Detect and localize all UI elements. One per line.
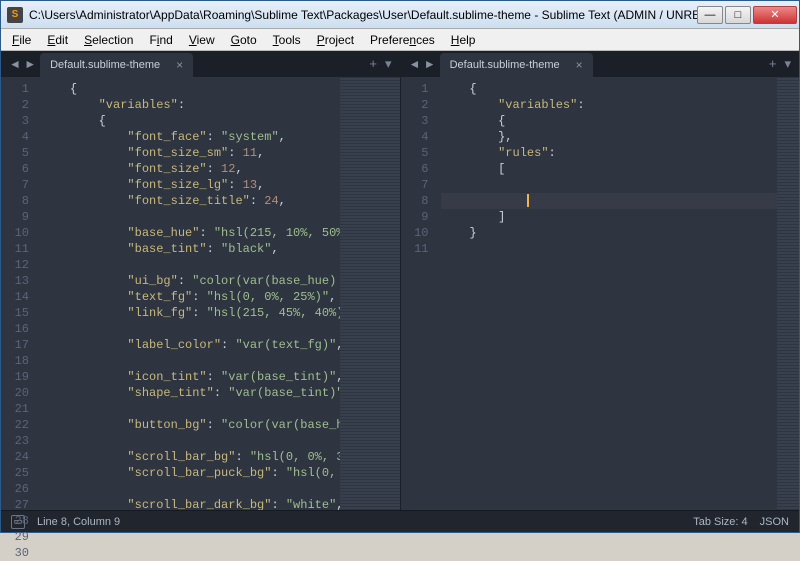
menu-file[interactable]: File xyxy=(5,31,38,49)
right-minimap[interactable] xyxy=(777,77,799,510)
tab-close-icon[interactable]: × xyxy=(576,58,583,72)
left-editor[interactable]: 1234567891011121314151617181920212223242… xyxy=(1,77,400,510)
left-pane: ◄ ► Default.sublime-theme × + ▾ 12345678… xyxy=(1,51,401,510)
right-code[interactable]: { "variables": { }, "rules": [ ] } xyxy=(437,77,778,510)
tab-nav-arrows[interactable]: ◄ ► xyxy=(5,57,40,71)
right-tab-title: Default.sublime-theme xyxy=(450,59,560,71)
menu-help-label: elp xyxy=(459,33,475,47)
tab-menu-icon[interactable]: ▾ xyxy=(385,56,392,72)
menu-selection-label: election xyxy=(92,33,133,47)
new-tab-icon[interactable]: + xyxy=(369,56,377,72)
status-tab-size[interactable]: Tab Size: 4 xyxy=(693,516,747,528)
menu-preferences[interactable]: Preferences xyxy=(363,31,442,49)
tab-nav-arrows[interactable]: ◄ ► xyxy=(405,57,440,71)
status-syntax[interactable]: JSON xyxy=(760,516,789,528)
close-button[interactable]: ✕ xyxy=(753,6,797,24)
status-line-col[interactable]: Line 8, Column 9 xyxy=(37,516,120,528)
right-pane: ◄ ► Default.sublime-theme × + ▾ 12345678… xyxy=(401,51,800,510)
menu-view[interactable]: View xyxy=(182,31,222,49)
editor-split: ◄ ► Default.sublime-theme × + ▾ 12345678… xyxy=(1,51,799,510)
right-editor[interactable]: 1234567891011 { "variables": { }, "rules… xyxy=(401,77,800,510)
menu-project[interactable]: Project xyxy=(310,31,361,49)
menu-find[interactable]: Find xyxy=(142,31,179,49)
maximize-button[interactable]: □ xyxy=(725,6,751,24)
left-tab-title: Default.sublime-theme xyxy=(50,59,160,71)
right-tabbar: ◄ ► Default.sublime-theme × + ▾ xyxy=(401,51,800,77)
window-title: C:\Users\Administrator\AppData\Roaming\S… xyxy=(29,8,697,22)
statusbar: ▭ Line 8, Column 9 Tab Size: 4 JSON xyxy=(1,510,799,532)
menu-goto[interactable]: Goto xyxy=(224,31,264,49)
menu-file-label: ile xyxy=(19,33,31,47)
menu-help[interactable]: Help xyxy=(444,31,483,49)
titlebar[interactable]: S C:\Users\Administrator\AppData\Roaming… xyxy=(1,1,799,29)
menu-edit[interactable]: Edit xyxy=(40,31,75,49)
menu-project-label: roject xyxy=(325,33,354,47)
menu-view-label: iew xyxy=(197,33,215,47)
menu-tools-label: ools xyxy=(279,33,301,47)
window-frame: S C:\Users\Administrator\AppData\Roaming… xyxy=(0,0,800,533)
minimize-button[interactable]: — xyxy=(697,6,723,24)
right-gutter: 1234567891011 xyxy=(401,77,437,510)
menu-selection[interactable]: Selection xyxy=(77,31,140,49)
menu-find-label: nd xyxy=(159,33,172,47)
menubar: File Edit Selection Find View Goto Tools… xyxy=(1,29,799,51)
left-code[interactable]: { "variables": { "font_face": "system", … xyxy=(37,77,340,510)
left-tab[interactable]: Default.sublime-theme × xyxy=(40,53,193,77)
new-tab-icon[interactable]: + xyxy=(769,56,777,72)
window-controls: — □ ✕ xyxy=(697,6,797,24)
left-minimap[interactable] xyxy=(340,77,400,510)
tab-close-icon[interactable]: × xyxy=(176,58,183,72)
left-tabbar: ◄ ► Default.sublime-theme × + ▾ xyxy=(1,51,400,77)
menu-goto-label: oto xyxy=(240,33,257,47)
tab-actions: + ▾ xyxy=(361,56,399,72)
menu-edit-label: dit xyxy=(55,33,68,47)
menu-preferences-label: ces xyxy=(416,33,435,47)
tab-actions: + ▾ xyxy=(761,56,799,72)
left-gutter: 1234567891011121314151617181920212223242… xyxy=(1,77,37,510)
tab-menu-icon[interactable]: ▾ xyxy=(784,56,791,72)
right-tab[interactable]: Default.sublime-theme × xyxy=(440,53,593,77)
menu-tools[interactable]: Tools xyxy=(266,31,308,49)
app-icon: S xyxy=(7,7,23,23)
